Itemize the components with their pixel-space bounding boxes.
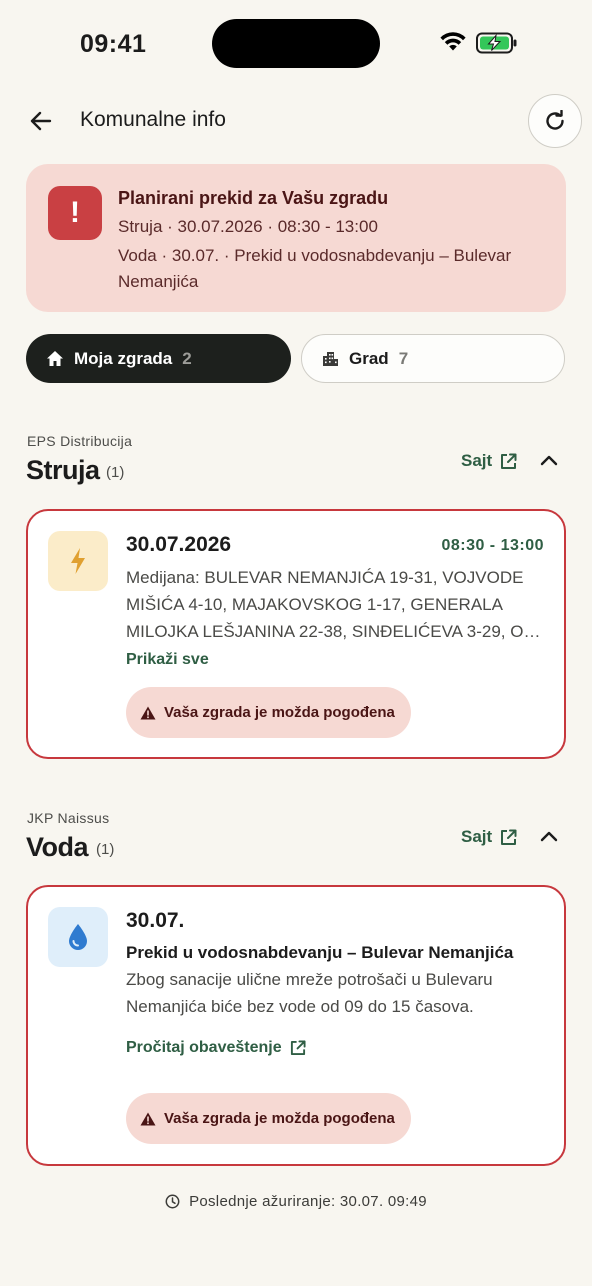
power-site-link[interactable]: Sajt: [461, 451, 517, 471]
outage-time-range: 08:30 - 13:00: [441, 537, 544, 554]
read-notice-label: Pročitaj obaveštenje: [126, 1039, 282, 1056]
refresh-button[interactable]: [528, 94, 582, 148]
external-link-icon: [501, 453, 517, 469]
tab-label: Grad: [349, 348, 389, 368]
status-time: 09:41: [80, 30, 147, 58]
alert-water-line: Voda · 30.07. · Prekid u vodosnabdevanju…: [118, 246, 512, 291]
badge-label: Vaša zgrada je možda pogođena: [164, 704, 395, 721]
refresh-icon: [546, 110, 564, 130]
outage-date: 30.07.2026: [126, 533, 232, 556]
city-buildings-icon: [323, 352, 338, 366]
water-section-title: Voda: [26, 832, 89, 862]
power-collapse-toggle[interactable]: [536, 447, 562, 473]
water-section-count: (1): [96, 841, 115, 858]
power-section-title: Struja: [26, 455, 100, 485]
tab-count: 7: [398, 348, 409, 368]
tab-my-building[interactable]: Moja zgrada 2: [26, 334, 291, 383]
arrow-left-icon: [30, 111, 52, 131]
last-updated: Poslednje ažuriranje: 30.07. 09:49: [0, 1193, 592, 1210]
power-outage-card[interactable]: 30.07.2026 08:30 - 13:00 Medijana: BULEV…: [26, 509, 566, 759]
water-collapse-toggle[interactable]: [536, 823, 562, 849]
tab-city[interactable]: Grad 7: [301, 334, 565, 383]
outage-description: Zbog sanacije ulične mreže potrošači u B…: [126, 970, 493, 1016]
water-icon-tile: [48, 907, 108, 967]
external-link-icon: [290, 1040, 306, 1056]
warning-triangle-icon: [140, 1112, 156, 1125]
home-icon: [47, 351, 63, 366]
building-affected-badge: Vaša zgrada je možda pogođena: [126, 687, 411, 738]
clock-icon: [165, 1194, 180, 1209]
power-provider: EPS Distribucija: [27, 433, 133, 449]
exclamation-icon: !: [48, 186, 102, 240]
water-outage-card[interactable]: 30.07. Prekid u vodosnabdevanju – Buleva…: [26, 885, 566, 1166]
dynamic-island: [212, 19, 380, 68]
water-drop-icon: [69, 924, 87, 950]
app-header: Komunalne info: [0, 94, 592, 148]
page-title: Komunalne info: [80, 108, 226, 131]
tab-count: 2: [182, 348, 192, 368]
power-section-count: (1): [106, 464, 125, 481]
site-link-label: Sajt: [461, 827, 493, 846]
water-provider: JKP Naissus: [27, 810, 110, 826]
building-affected-badge: Vaša zgrada je možda pogođena: [126, 1093, 411, 1144]
tab-label: Moja zgrada: [74, 348, 173, 368]
show-all-link[interactable]: Prikaži sve: [126, 651, 209, 669]
alert-title: Planirani prekid za Vašu zgradu: [118, 188, 389, 208]
back-button[interactable]: [24, 104, 58, 138]
battery-charging-icon: [476, 32, 517, 54]
status-bar: 09:41: [0, 0, 592, 86]
outage-subtitle: Prekid u vodosnabdevanju – Bulevar Neman…: [126, 943, 514, 962]
outage-date: 30.07.: [126, 909, 185, 932]
chevron-up-icon: [540, 831, 558, 841]
external-link-icon: [501, 829, 517, 845]
planned-outage-alert[interactable]: ! Planirani prekid za Vašu zgradu Struja…: [26, 164, 566, 312]
water-site-link[interactable]: Sajt: [461, 827, 517, 847]
warning-triangle-icon: [140, 706, 156, 719]
power-icon-tile: [48, 531, 108, 591]
read-notice-link[interactable]: Pročitaj obaveštenje: [126, 1039, 306, 1057]
chevron-up-icon: [540, 455, 558, 465]
outage-description: Medijana: BULEVAR NEMANJIĆA 19-31, VOJVO…: [126, 568, 541, 641]
alert-power-line: Struja · 30.07.2026 · 08:30 - 13:00: [118, 217, 378, 236]
last-updated-text: Poslednje ažuriranje: 30.07. 09:49: [189, 1193, 427, 1210]
lightning-bolt-icon: [71, 548, 85, 574]
badge-label: Vaša zgrada je možda pogođena: [164, 1110, 395, 1127]
site-link-label: Sajt: [461, 451, 493, 470]
wifi-icon: [440, 32, 466, 51]
